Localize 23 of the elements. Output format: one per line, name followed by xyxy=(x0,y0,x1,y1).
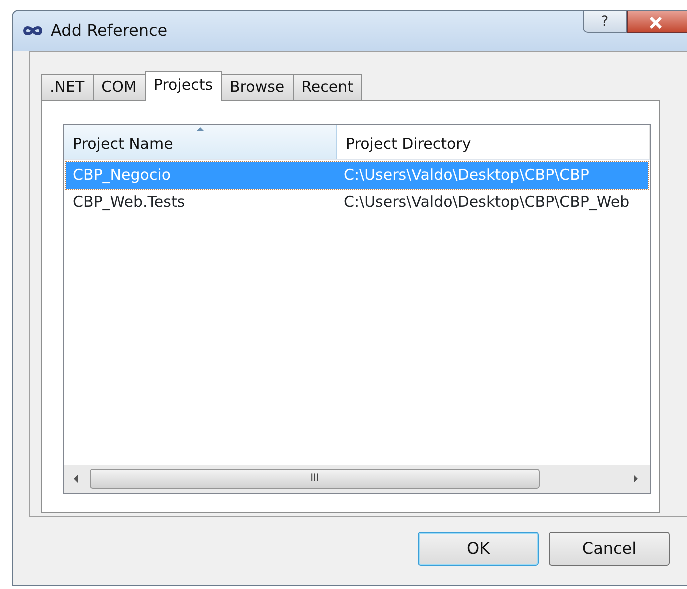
close-icon xyxy=(649,16,663,29)
table-row[interactable]: CBP_Web.Tests C:\Users\Valdo\Desktop\CBP\CBP_Web xyxy=(66,189,648,216)
horizontal-scrollbar[interactable]: III xyxy=(64,465,650,493)
tab[interactable]: Projects xyxy=(144,71,222,101)
close-button[interactable] xyxy=(627,11,687,33)
table-cell-text: CBP_Negocio xyxy=(72,165,172,186)
table-cell-text: C:\Users\Valdo\Desktop\CBP\CBP xyxy=(343,165,590,186)
tab[interactable]: COM xyxy=(92,74,146,100)
tab[interactable]: Recent xyxy=(292,74,362,100)
scrollbar-thumb[interactable]: III xyxy=(90,469,540,489)
tab[interactable]: .NET xyxy=(41,74,94,100)
help-button[interactable]: ? xyxy=(583,11,627,33)
table-cell-text: CBP_Web.Tests xyxy=(72,192,186,214)
table-cell-text: C:\Users\Valdo\Desktop\CBP\CBP_Web xyxy=(343,192,631,214)
window-title: Add Reference xyxy=(51,20,168,42)
tab[interactable]: Browse xyxy=(221,74,294,100)
column-header[interactable]: Project Directory xyxy=(346,135,472,153)
ok-button[interactable]: OK xyxy=(418,532,539,566)
scroll-right-icon[interactable] xyxy=(632,474,640,484)
infinity-icon xyxy=(23,26,43,36)
cancel-button[interactable]: Cancel xyxy=(549,532,670,566)
scroll-left-icon[interactable] xyxy=(72,474,80,484)
column-header[interactable]: Project Name xyxy=(73,135,174,153)
